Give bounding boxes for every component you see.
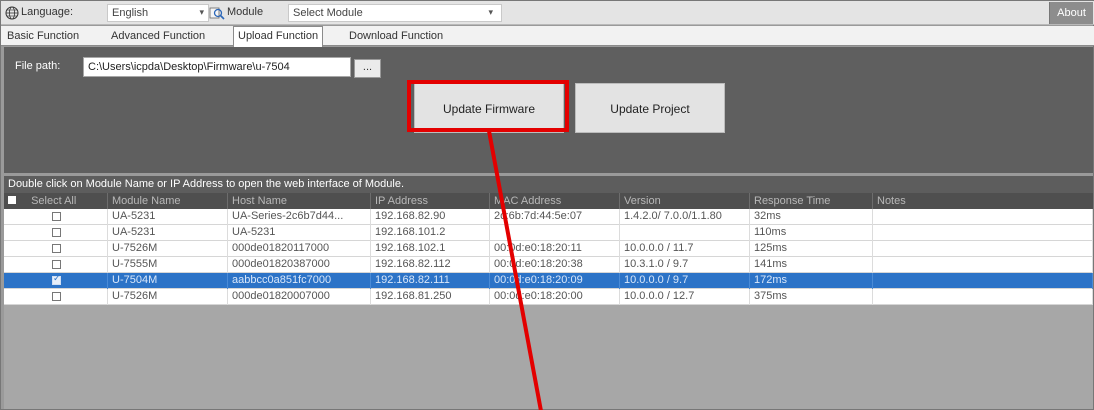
top-toolbar: Language: English ▾ Module Select Module… [1, 1, 1094, 25]
cell-ip-address[interactable]: 192.168.82.111 [371, 273, 490, 289]
cell-module-name[interactable]: U-7526M [108, 241, 228, 257]
update-project-button[interactable]: Update Project [575, 83, 725, 133]
table-row[interactable]: U-7526M 000de01820007000 192.168.81.250 … [4, 289, 1093, 305]
header-notes[interactable]: Notes [873, 193, 1093, 209]
cell-mac-address: 00:0d:e0:18:20:09 [490, 273, 620, 289]
cell-module-name[interactable]: U-7504M [108, 273, 228, 289]
header-module-name[interactable]: Module Name [108, 193, 228, 209]
globe-icon [5, 6, 19, 20]
language-value: English [112, 7, 149, 19]
browse-button[interactable]: ... [354, 59, 381, 78]
row-checkbox[interactable] [52, 260, 61, 269]
cell-host-name: aabbcc0a851fc7000 [228, 273, 371, 289]
search-icon [209, 7, 225, 20]
cell-notes [873, 257, 1093, 273]
cell-response-time: 141ms [750, 257, 873, 273]
info-text: Double click on Module Name or IP Addres… [4, 176, 1093, 193]
table-header: Select All Module Name Host Name IP Addr… [4, 193, 1093, 209]
cell-response-time: 32ms [750, 209, 873, 225]
cell-mac-address: 00:0d:e0:18:20:38 [490, 257, 620, 273]
cell-ip-address[interactable]: 192.168.101.2 [371, 225, 490, 241]
file-path-label: File path: [15, 60, 61, 72]
tab-basic-function[interactable]: Basic Function [3, 28, 83, 46]
app-window: Language: English ▾ Module Select Module… [0, 0, 1094, 410]
cell-notes [873, 273, 1093, 289]
header-response-time[interactable]: Response Time [750, 193, 873, 209]
tab-bar: Basic Function Advanced Function Upload … [1, 26, 1094, 47]
chevron-down-icon: ▾ [488, 7, 493, 17]
cell-ip-address[interactable]: 192.168.82.112 [371, 257, 490, 273]
cell-version: 10.0.0.0 / 12.7 [620, 289, 750, 305]
cell-version: 1.4.2.0/ 7.0.0/1.1.80 [620, 209, 750, 225]
header-host-name[interactable]: Host Name [228, 193, 371, 209]
select-all-checkbox[interactable] [8, 196, 16, 204]
chevron-down-icon: ▾ [199, 7, 204, 17]
cell-notes [873, 289, 1093, 305]
cell-module-name[interactable]: U-7555M [108, 257, 228, 273]
module-table: Select All Module Name Host Name IP Addr… [4, 193, 1093, 409]
header-ip-address[interactable]: IP Address [371, 193, 490, 209]
tab-download-function[interactable]: Download Function [345, 28, 447, 46]
cell-mac-address: 2c:6b:7d:44:5e:07 [490, 209, 620, 225]
cell-host-name: 000de01820117000 [228, 241, 371, 257]
header-label: Select All [31, 195, 77, 207]
cell-response-time: 110ms [750, 225, 873, 241]
tab-upload-function[interactable]: Upload Function [233, 26, 324, 47]
module-label: Module [227, 6, 264, 18]
header-version[interactable]: Version [620, 193, 750, 209]
row-checkbox[interactable] [52, 244, 61, 253]
cell-mac-address [490, 225, 620, 241]
cell-ip-address[interactable]: 192.168.82.90 [371, 209, 490, 225]
cell-notes [873, 209, 1093, 225]
module-select[interactable]: Select Module ▾ [288, 4, 502, 22]
tab-advanced-function[interactable]: Advanced Function [107, 28, 209, 46]
cell-response-time: 172ms [750, 273, 873, 289]
table-row[interactable]: U-7555M 000de01820387000 192.168.82.112 … [4, 257, 1093, 273]
table-row[interactable]: UA-5231 UA-Series-2c6b7d44... 192.168.82… [4, 209, 1093, 225]
cell-notes [873, 225, 1093, 241]
cell-mac-address: 00:0d:e0:18:20:11 [490, 241, 620, 257]
row-checkbox[interactable] [52, 212, 61, 221]
cell-notes [873, 241, 1093, 257]
cell-module-name[interactable]: UA-5231 [108, 225, 228, 241]
select-all-header[interactable]: Select All [4, 193, 108, 209]
cell-module-name[interactable]: UA-5231 [108, 209, 228, 225]
cell-version: 10.3.1.0 / 9.7 [620, 257, 750, 273]
table-row[interactable]: UA-5231 UA-5231 192.168.101.2 110ms [4, 225, 1093, 241]
cell-host-name: 000de01820387000 [228, 257, 371, 273]
row-checkbox[interactable] [52, 292, 61, 301]
row-checkbox-checked[interactable] [52, 274, 61, 285]
language-select[interactable]: English ▾ [107, 4, 209, 22]
cell-version [620, 225, 750, 241]
table-row-selected[interactable]: U-7504M aabbcc0a851fc7000 192.168.82.111… [4, 273, 1093, 289]
cell-host-name: 000de01820007000 [228, 289, 371, 305]
cell-ip-address[interactable]: 192.168.81.250 [371, 289, 490, 305]
cell-host-name: UA-Series-2c6b7d44... [228, 209, 371, 225]
cell-ip-address[interactable]: 192.168.102.1 [371, 241, 490, 257]
cell-response-time: 125ms [750, 241, 873, 257]
cell-version: 10.0.0.0 / 9.7 [620, 273, 750, 289]
file-path-input[interactable]: C:\Users\icpda\Desktop\Firmware\u-7504 [83, 57, 351, 77]
about-button[interactable]: About [1049, 2, 1093, 24]
cell-host-name: UA-5231 [228, 225, 371, 241]
table-row[interactable]: U-7526M 000de01820117000 192.168.102.1 0… [4, 241, 1093, 257]
cell-response-time: 375ms [750, 289, 873, 305]
header-mac-address[interactable]: MAC Address [490, 193, 620, 209]
row-checkbox[interactable] [52, 228, 61, 237]
cell-mac-address: 00:0d:e0:18:20:00 [490, 289, 620, 305]
cell-version: 10.0.0.0 / 11.7 [620, 241, 750, 257]
cell-module-name[interactable]: U-7526M [108, 289, 228, 305]
module-value: Select Module [293, 7, 363, 19]
highlight-box [407, 80, 569, 132]
language-label: Language: [21, 6, 73, 18]
